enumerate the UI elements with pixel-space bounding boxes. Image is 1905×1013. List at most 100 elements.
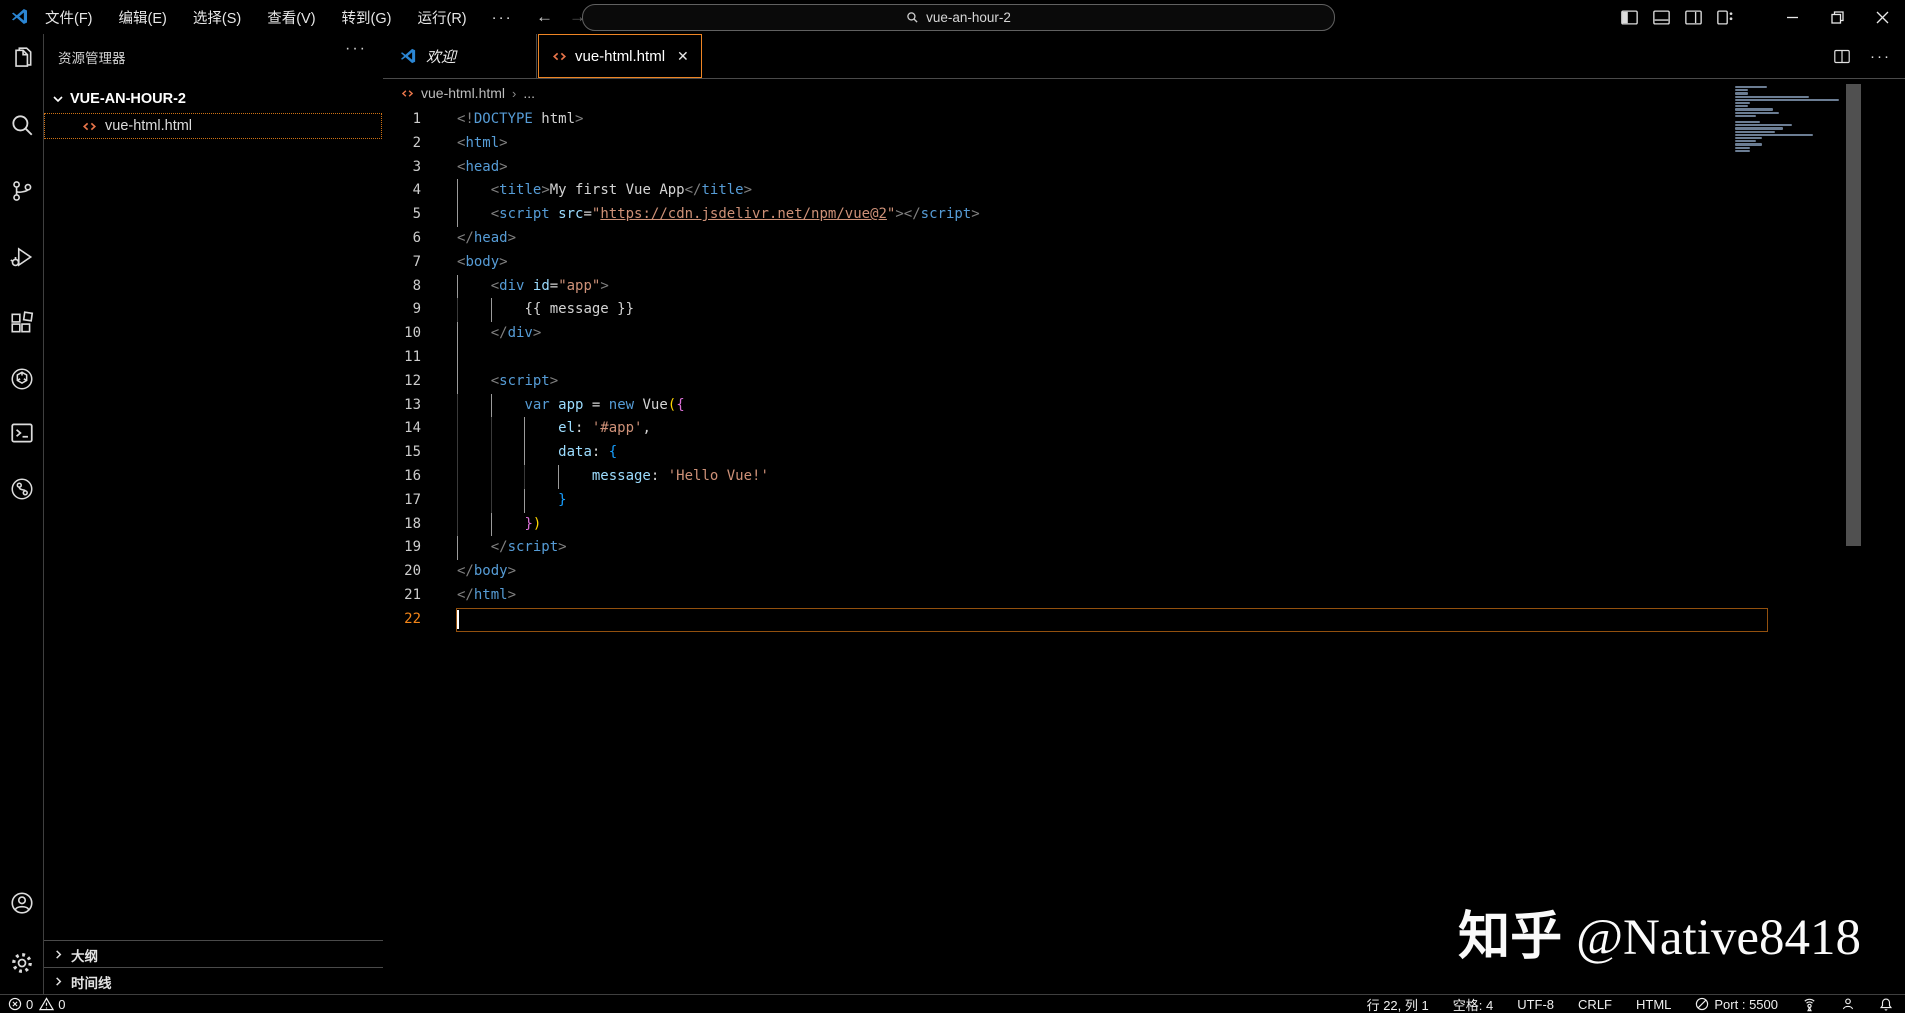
code-line[interactable]: 10 </div> xyxy=(383,322,1905,346)
error-icon xyxy=(8,997,22,1011)
extensions-icon[interactable] xyxy=(9,310,35,336)
toggle-panel-icon[interactable] xyxy=(1653,9,1670,25)
menu-item[interactable]: 运行(R) xyxy=(406,3,477,32)
customize-layout-icon[interactable] xyxy=(1717,9,1734,25)
code-line[interactable]: 21 </html> xyxy=(383,584,1905,608)
html-file-icon xyxy=(82,119,97,134)
code-line[interactable]: 15 data: { xyxy=(383,441,1905,465)
split-editor-icon[interactable] xyxy=(1834,49,1850,64)
bell-icon[interactable] xyxy=(1879,997,1893,1012)
code-lines[interactable]: 1 <!DOCTYPE html> 2 <html> 3 <head> 4 <title>M… xyxy=(383,108,1905,632)
code-text: </head> xyxy=(457,229,517,246)
encoding[interactable]: UTF-8 xyxy=(1517,997,1554,1012)
file-item[interactable]: vue-html.html xyxy=(44,113,382,139)
toggle-sidebar-icon[interactable] xyxy=(1621,9,1638,25)
line-number: 12 xyxy=(404,372,421,389)
menu-item[interactable]: 转到(G) xyxy=(331,3,403,32)
settings-icon[interactable] xyxy=(9,950,35,976)
code-line[interactable]: 9 {{ message }} xyxy=(383,298,1905,323)
indentation[interactable]: 空格: 4 xyxy=(1453,995,1493,1013)
language-mode[interactable]: HTML xyxy=(1636,997,1671,1012)
code-line[interactable]: 17 } xyxy=(383,488,1905,513)
more-actions-icon[interactable]: ··· xyxy=(1870,48,1891,65)
menu-item[interactable]: 选择(S) xyxy=(182,3,252,32)
git-graph-icon[interactable] xyxy=(9,476,35,502)
cursor-position[interactable]: 行 22, 列 1 xyxy=(1367,995,1429,1013)
titlebar-controls xyxy=(1621,0,1905,34)
line-number: 15 xyxy=(404,444,421,461)
toggle-secondary-sidebar-icon[interactable] xyxy=(1685,9,1702,25)
circle-slash-icon xyxy=(1695,997,1709,1011)
tab-welcome[interactable]: 欢迎 xyxy=(383,34,537,78)
menu-item[interactable]: 查看(V) xyxy=(256,3,326,32)
code-line[interactable]: 7 <body> xyxy=(383,251,1905,275)
line-number: 18 xyxy=(404,515,421,532)
sidebar-section-timeline[interactable]: 时间线 xyxy=(44,967,383,995)
line-number: 4 xyxy=(412,182,421,199)
minimap[interactable] xyxy=(1735,86,1845,156)
menu-item[interactable]: 编辑(E) xyxy=(108,3,178,32)
live-server-port[interactable]: Port : 5500 xyxy=(1695,997,1778,1012)
code-text: </script> xyxy=(457,536,1905,561)
code-line[interactable]: 18 }) xyxy=(383,512,1905,537)
chatgpt-icon[interactable] xyxy=(9,366,35,392)
breadcrumb-file[interactable]: vue-html.html xyxy=(421,85,505,101)
menu-more[interactable]: ··· xyxy=(482,5,523,30)
chevron-down-icon xyxy=(52,93,64,105)
code-line[interactable]: 8 <div id="app"> xyxy=(383,274,1905,299)
code-line[interactable]: 6 </head> xyxy=(383,227,1905,251)
close-button[interactable] xyxy=(1860,0,1905,34)
code-line[interactable]: 1 <!DOCTYPE html> xyxy=(383,108,1905,132)
terminal-icon[interactable] xyxy=(9,420,35,446)
tab-bar: 欢迎 vue-html.html ✕ ··· xyxy=(383,34,1905,79)
code-line[interactable]: 2 <html> xyxy=(383,132,1905,156)
sidebar-section-outline[interactable]: 大纲 xyxy=(44,940,383,968)
vscode-logo-icon[interactable] xyxy=(10,7,29,26)
broadcast-icon[interactable] xyxy=(1802,997,1817,1012)
chevron-right-icon: › xyxy=(512,85,517,101)
line-number: 19 xyxy=(404,539,421,556)
sidebar-more-actions[interactable]: ··· xyxy=(345,40,367,58)
activity-bar xyxy=(0,34,44,995)
code-line[interactable]: 22 xyxy=(383,607,1905,632)
tab-vue-html[interactable]: vue-html.html ✕ xyxy=(538,34,702,78)
line-number: 10 xyxy=(404,325,421,342)
code-line[interactable]: 12 <script> xyxy=(383,369,1905,394)
search-input[interactable]: vue-an-hour-2 xyxy=(582,4,1335,31)
vertical-scrollbar[interactable] xyxy=(1846,84,1861,546)
run-debug-icon[interactable] xyxy=(9,244,35,270)
line-number: 20 xyxy=(404,563,421,580)
code-line[interactable]: 5 <script src="https://cdn.jsdelivr.net/… xyxy=(383,203,1905,227)
code-text: el: '#app', xyxy=(457,417,1905,442)
code-line[interactable]: 14 el: '#app', xyxy=(383,417,1905,442)
menu-item[interactable]: 文件(F) xyxy=(34,3,104,32)
minimize-button[interactable] xyxy=(1770,0,1815,34)
source-control-icon[interactable] xyxy=(9,178,35,204)
breadcrumb-more[interactable]: ... xyxy=(523,85,535,101)
tab-welcome-label: 欢迎 xyxy=(426,48,457,66)
code-line[interactable]: 11 xyxy=(383,345,1905,370)
back-arrow-icon[interactable]: ← xyxy=(536,7,553,27)
code-line[interactable]: 13 var app = new Vue({ xyxy=(383,393,1905,418)
line-number: 16 xyxy=(404,467,421,484)
account-icon[interactable] xyxy=(9,890,35,916)
problems-summary[interactable]: 0 0 xyxy=(8,997,65,1012)
search-value: vue-an-hour-2 xyxy=(926,10,1011,25)
statusbar-right: 行 22, 列 1 空格: 4 UTF-8 CRLF HTML Port : 5… xyxy=(1367,995,1893,1013)
history-nav: ← → xyxy=(536,0,586,34)
project-folder-header[interactable]: VUE-AN-HOUR-2 xyxy=(44,86,383,111)
restore-button[interactable] xyxy=(1815,0,1860,34)
code-line[interactable]: 19 </script> xyxy=(383,536,1905,561)
code-line[interactable]: 4 <title>My first Vue App</title> xyxy=(383,179,1905,204)
eol-sequence[interactable]: CRLF xyxy=(1578,997,1612,1012)
close-tab-icon[interactable]: ✕ xyxy=(677,48,689,65)
explorer-icon[interactable] xyxy=(9,46,35,72)
code-text: <body> xyxy=(457,253,508,270)
person-icon[interactable] xyxy=(1841,997,1855,1011)
code-text: <title>My first Vue App</title> xyxy=(457,179,1905,204)
code-line[interactable]: 20 </body> xyxy=(383,560,1905,584)
code-line[interactable]: 16 message: 'Hello Vue!' xyxy=(383,464,1905,489)
search-icon[interactable] xyxy=(9,112,35,138)
code-line[interactable]: 3 <head> xyxy=(383,156,1905,180)
code-text: <div id="app"> xyxy=(457,274,1905,299)
